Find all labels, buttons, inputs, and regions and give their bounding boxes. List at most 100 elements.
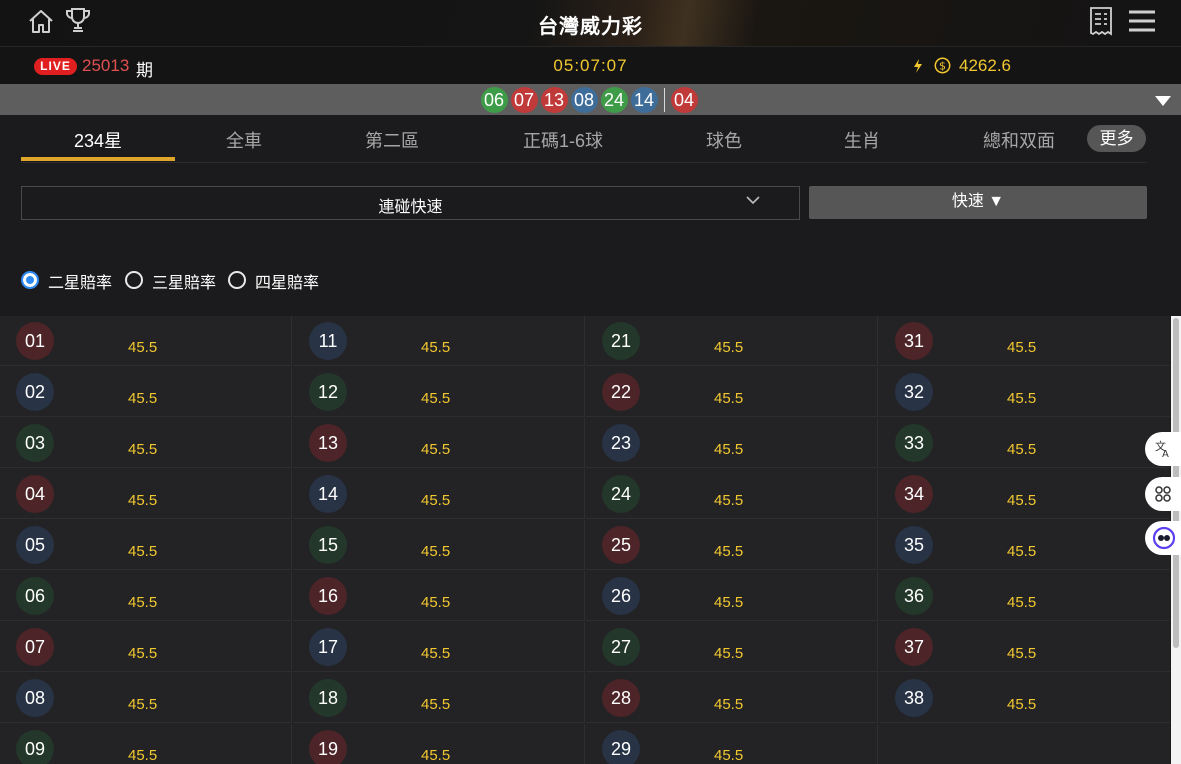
number-ball: 03 <box>16 424 54 462</box>
number-cell[interactable]: 34 45.5 <box>879 469 1170 519</box>
tab-ball-color[interactable]: 球色 <box>684 127 764 153</box>
number-cell[interactable]: 21 45.5 <box>586 316 878 366</box>
number-ball: 24 <box>602 475 640 513</box>
number-cell[interactable]: 37 45.5 <box>879 622 1170 672</box>
odds-value: 45.5 <box>421 543 451 560</box>
number-cell[interactable]: 24 45.5 <box>586 469 878 519</box>
odds-value: 45.5 <box>128 747 158 764</box>
assistant-button[interactable] <box>1145 521 1181 555</box>
odds-value: 45.5 <box>714 492 744 509</box>
tab-full-car[interactable]: 全車 <box>204 127 284 153</box>
number-cell[interactable]: 12 45.5 <box>293 367 585 417</box>
chevron-down-icon <box>746 196 760 205</box>
number-ball: 26 <box>602 577 640 615</box>
number-cell[interactable]: 27 45.5 <box>586 622 878 672</box>
number-cell[interactable]: 14 45.5 <box>293 469 585 519</box>
number-cell[interactable]: 22 45.5 <box>586 367 878 417</box>
number-ball: 29 <box>602 730 640 764</box>
odds-value: 45.5 <box>421 492 451 509</box>
refresh-icon[interactable] <box>910 58 926 74</box>
active-tab-indicator <box>21 157 175 161</box>
apps-button[interactable] <box>1145 477 1181 511</box>
number-cell[interactable]: 04 45.5 <box>0 469 292 519</box>
number-cell[interactable]: 08 45.5 <box>0 673 292 723</box>
number-cell[interactable]: 09 45.5 <box>0 724 292 764</box>
number-cell[interactable]: 05 45.5 <box>0 520 292 570</box>
radio-three-star[interactable]: 三星賠率 <box>125 268 225 292</box>
odds-value: 45.5 <box>421 594 451 611</box>
number-ball: 02 <box>16 373 54 411</box>
odds-value: 45.5 <box>714 339 744 356</box>
number-cell[interactable]: 06 45.5 <box>0 571 292 621</box>
number-cell[interactable]: 29 45.5 <box>586 724 878 764</box>
number-ball: 28 <box>602 679 640 717</box>
tab-zone-two[interactable]: 第二區 <box>342 127 442 153</box>
number-cell[interactable]: 35 45.5 <box>879 520 1170 570</box>
number-cell[interactable]: 16 45.5 <box>293 571 585 621</box>
number-cell[interactable]: 15 45.5 <box>293 520 585 570</box>
number-cell[interactable]: 25 45.5 <box>586 520 878 570</box>
number-ball: 05 <box>16 526 54 564</box>
number-cell[interactable]: 11 45.5 <box>293 316 585 366</box>
page-title: 台灣威力彩 <box>538 16 643 38</box>
result-balls: 06 07 13 08 24 14 04 <box>0 87 1181 113</box>
number-ball: 14 <box>309 475 347 513</box>
odds-value: 45.5 <box>128 390 158 407</box>
odds-value: 45.5 <box>128 594 158 611</box>
translate-button[interactable]: 文 A <box>1145 432 1181 466</box>
odds-value: 45.5 <box>128 696 158 713</box>
result-ball: 24 <box>600 87 628 113</box>
radio-two-star[interactable]: 二星賠率 <box>21 268 121 292</box>
mode-button[interactable]: 快速 ▼ <box>809 186 1147 219</box>
odds-value: 45.5 <box>1007 645 1037 662</box>
tab-zodiac[interactable]: 生肖 <box>822 127 902 153</box>
odds-value: 45.5 <box>421 441 451 458</box>
tab-main-balls[interactable]: 正碼1-6球 <box>508 127 618 153</box>
number-cell[interactable]: 28 45.5 <box>586 673 878 723</box>
number-ball: 08 <box>16 679 54 717</box>
svg-text:A: A <box>1162 449 1169 460</box>
tab-sum-double[interactable]: 總和双面 <box>964 127 1074 153</box>
odds-value: 45.5 <box>714 390 744 407</box>
odds-value: 45.5 <box>421 645 451 662</box>
odds-value: 45.5 <box>421 390 451 407</box>
number-cell[interactable]: 18 45.5 <box>293 673 585 723</box>
number-ball: 13 <box>309 424 347 462</box>
caret-down-icon[interactable] <box>1155 96 1171 106</box>
number-cell[interactable]: 03 45.5 <box>0 418 292 468</box>
tab-234-star[interactable]: 234星 <box>21 127 175 153</box>
radio-four-star[interactable]: 四星賠率 <box>228 268 328 292</box>
number-cell[interactable]: 32 45.5 <box>879 367 1170 417</box>
number-grid: 01 45.5 02 45.5 03 45.5 04 45.5 05 45.5 06 45.5 07 45… <box>0 316 1170 764</box>
odds-value: 45.5 <box>128 339 158 356</box>
number-cell[interactable]: 38 45.5 <box>879 673 1170 723</box>
result-ball: 08 <box>570 87 598 113</box>
number-cell[interactable]: 26 45.5 <box>586 571 878 621</box>
number-ball: 38 <box>895 679 933 717</box>
odds-value: 45.5 <box>1007 543 1037 560</box>
number-ball: 21 <box>602 322 640 360</box>
number-cell[interactable]: 31 45.5 <box>879 316 1170 366</box>
menu-icon[interactable] <box>1128 10 1156 32</box>
assistant-icon <box>1152 526 1176 550</box>
number-cell[interactable]: 23 45.5 <box>586 418 878 468</box>
number-cell[interactable]: 33 45.5 <box>879 418 1170 468</box>
bet-type-select[interactable]: 連碰快速 <box>21 186 800 220</box>
receipt-icon[interactable] <box>1089 6 1113 36</box>
odds-value: 45.5 <box>714 696 744 713</box>
odds-value: 45.5 <box>1007 339 1037 356</box>
number-ball: 17 <box>309 628 347 666</box>
number-cell[interactable]: 01 45.5 <box>0 316 292 366</box>
number-cell[interactable]: 13 45.5 <box>293 418 585 468</box>
more-button[interactable]: 更多 <box>1087 125 1146 152</box>
number-cell[interactable]: 02 45.5 <box>0 367 292 417</box>
category-tabs: 234星 全車 第二區 正碼1-6球 球色 生肖 總和双面 更多 <box>0 115 1181 163</box>
number-cell[interactable]: 17 45.5 <box>293 622 585 672</box>
odds-value: 45.5 <box>714 543 744 560</box>
number-cell[interactable]: 07 45.5 <box>0 622 292 672</box>
number-cell[interactable]: 19 45.5 <box>293 724 585 764</box>
number-ball: 01 <box>16 322 54 360</box>
odds-value: 45.5 <box>1007 696 1037 713</box>
last-result-bar: 06 07 13 08 24 14 04 <box>0 84 1181 115</box>
number-cell[interactable]: 36 45.5 <box>879 571 1170 621</box>
